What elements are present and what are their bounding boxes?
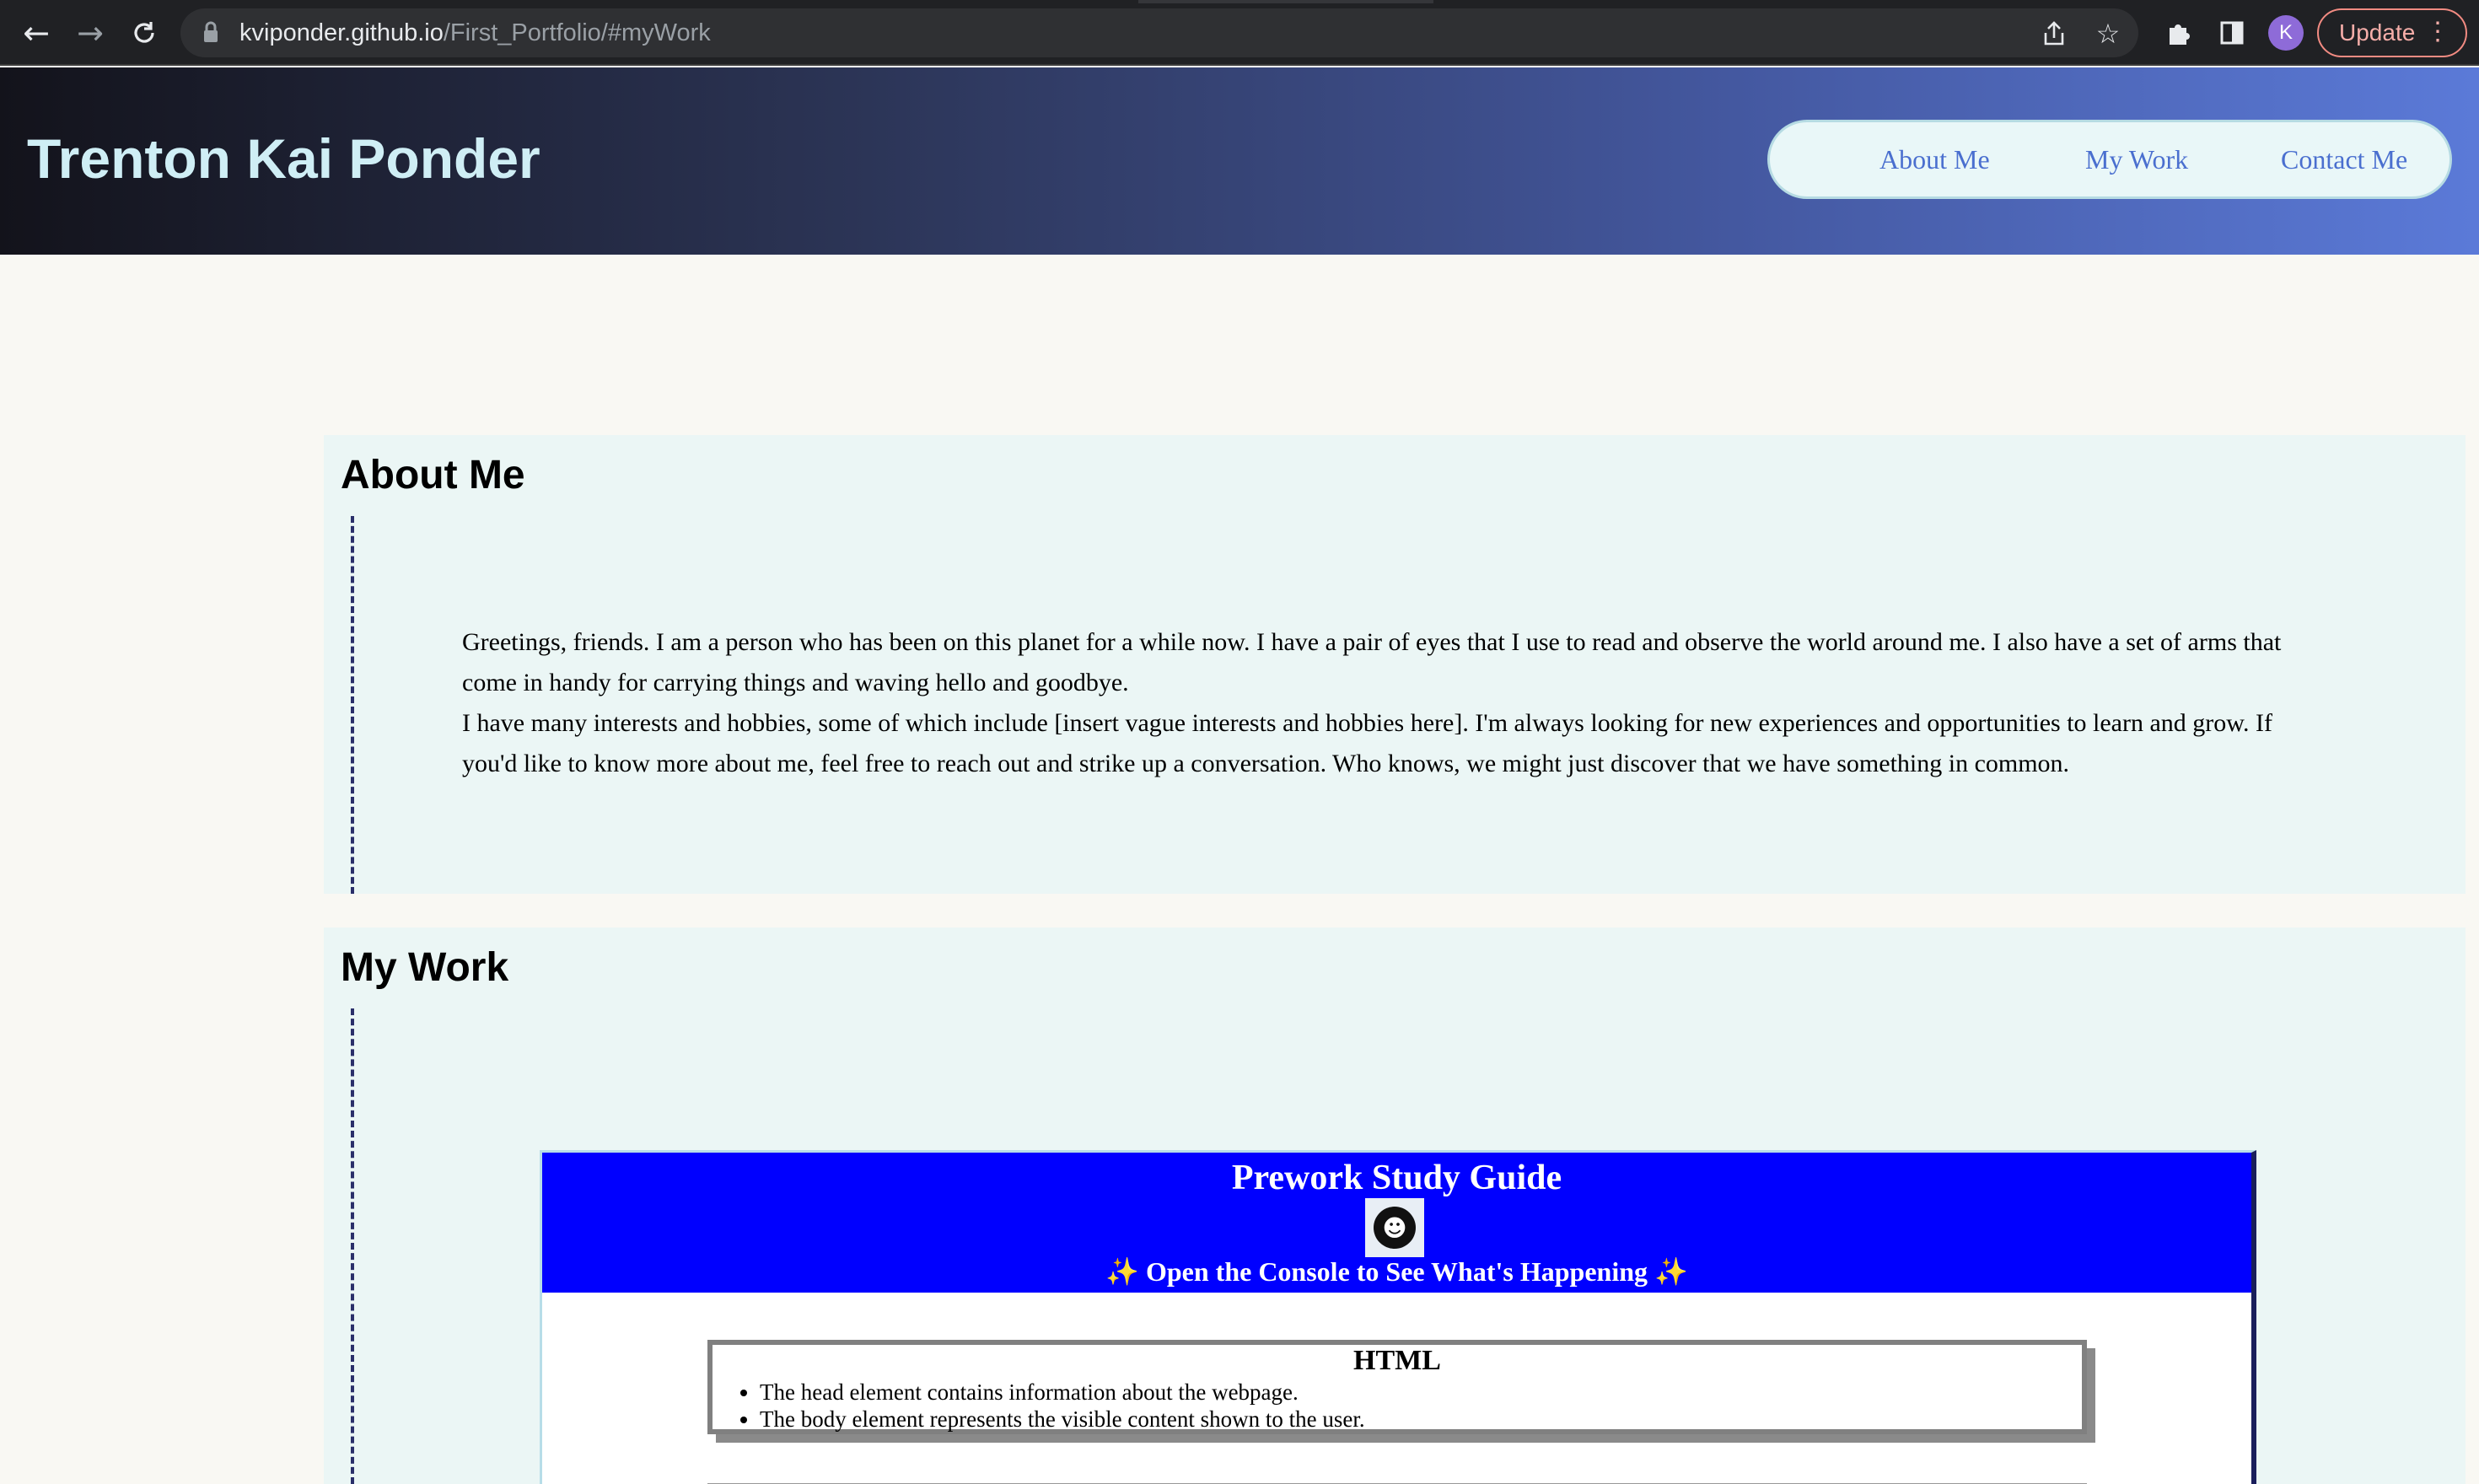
preview-title: Prework Study Guide — [1231, 1159, 1562, 1197]
site-title: Trenton Kai Ponder — [27, 127, 540, 190]
list-item: The body element represents the visible … — [760, 1406, 1365, 1433]
url-text[interactable]: kviponder.github.io/First_Portfolio/#myW… — [239, 19, 711, 47]
card-title: HTML — [1353, 1345, 1441, 1376]
back-icon[interactable]: ← — [13, 10, 59, 56]
nav-link-contact[interactable]: Contact Me — [2281, 144, 2407, 175]
bookmark-star-icon[interactable]: ☆ — [2093, 18, 2123, 50]
about-paragraph: I have many interests and hobbies, some … — [462, 709, 2272, 777]
preview-header: Prework Study Guide ☻ ✨ Open the Console… — [542, 1153, 2251, 1293]
preview-subtitle: ✨ Open the Console to See What's Happeni… — [1105, 1256, 1688, 1287]
site-nav: About Me My Work Contact Me — [1767, 120, 2452, 199]
about-heading: About Me — [341, 453, 525, 497]
list-item: The head element contains information ab… — [760, 1379, 1365, 1406]
side-panel-icon[interactable] — [2211, 12, 2253, 54]
reload-icon[interactable] — [121, 10, 167, 56]
site-header: Trenton Kai Ponder About Me My Work Cont… — [0, 67, 2479, 255]
project-preview[interactable]: Prework Study Guide ☻ ✨ Open the Console… — [540, 1150, 2256, 1484]
browser-toolbar: ← → kviponder.github.io/First_Portfolio/… — [0, 0, 2479, 66]
nav-link-work[interactable]: My Work — [2085, 144, 2188, 175]
cat-logo-icon: ☻ — [1365, 1198, 1424, 1257]
about-paragraph: Greetings, friends. I am a person who ha… — [462, 628, 2282, 696]
menu-dots-icon[interactable]: ⋮ — [2425, 17, 2450, 46]
share-icon[interactable] — [2039, 19, 2069, 49]
lock-icon[interactable] — [202, 20, 219, 44]
work-heading: My Work — [341, 945, 509, 990]
update-button[interactable]: Update ⋮ — [2317, 8, 2467, 57]
about-text: Greetings, friends. I am a person who ha… — [462, 622, 2309, 784]
section-divider — [351, 1008, 354, 1484]
address-bar[interactable]: kviponder.github.io/First_Portfolio/#myW… — [180, 8, 2138, 57]
profile-avatar[interactable]: K — [2268, 15, 2304, 51]
section-divider — [351, 516, 354, 894]
forward-icon[interactable]: → — [67, 10, 113, 56]
html-card: HTML The head element contains informati… — [707, 1340, 2087, 1434]
nav-link-about[interactable]: About Me — [1879, 144, 1990, 175]
work-section: My Work Prework Study Guide ☻ ✨ Open the… — [324, 928, 2466, 1484]
tab-strip-edge — [1138, 0, 1433, 3]
about-section: About Me Greetings, friends. I am a pers… — [324, 435, 2466, 894]
update-label: Update — [2339, 19, 2416, 46]
extensions-icon[interactable] — [2157, 12, 2199, 54]
card-list: The head element contains information ab… — [760, 1379, 1365, 1433]
